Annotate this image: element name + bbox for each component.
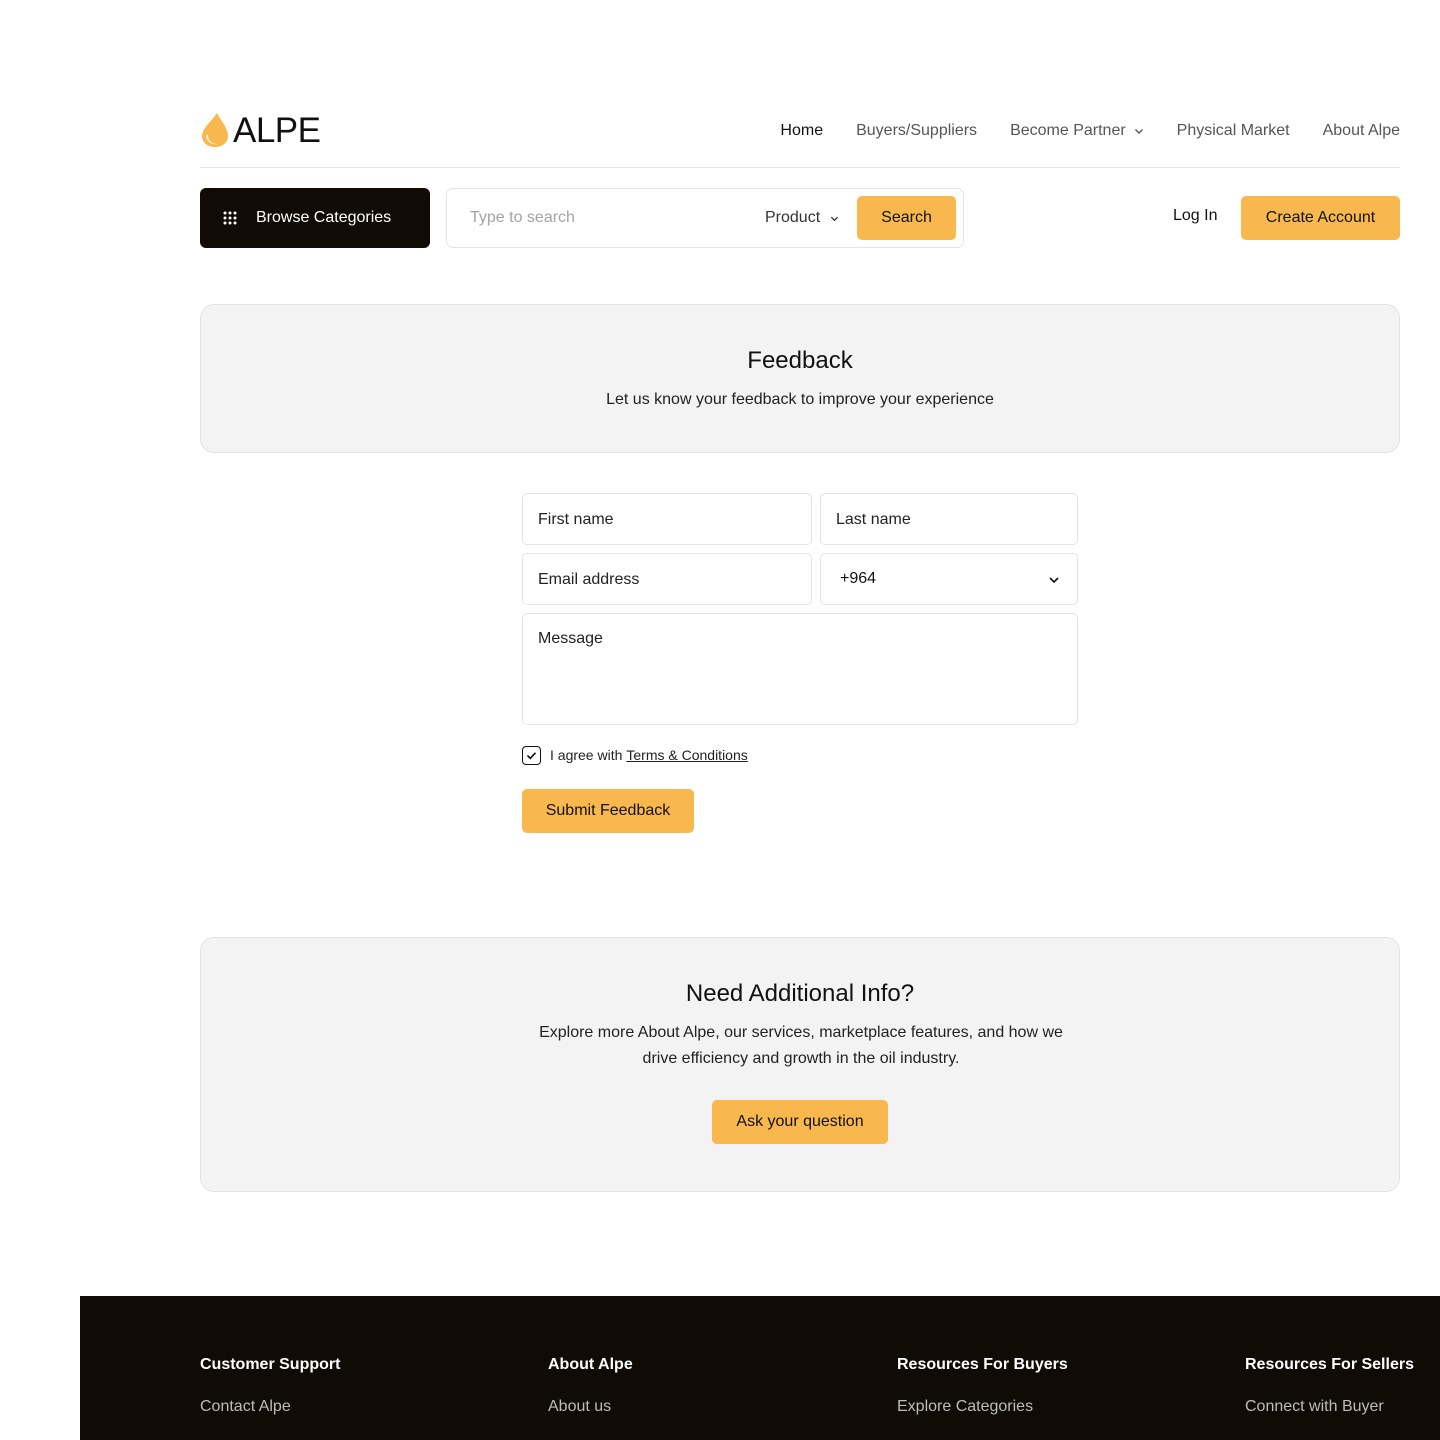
nav-item-label: Home xyxy=(780,122,824,139)
message-input[interactable] xyxy=(538,630,1062,710)
phone-code-value: +964 xyxy=(840,570,877,587)
create-account-label: Create Account xyxy=(1265,209,1376,226)
nav-item-buyers-suppliers[interactable]: Buyers/Suppliers xyxy=(856,122,977,140)
email-field xyxy=(522,553,812,605)
ask-question-button[interactable]: Ask your question xyxy=(712,1100,888,1144)
last-name-input[interactable] xyxy=(836,510,1062,530)
terms-link[interactable]: Terms & Conditions xyxy=(626,747,747,763)
chevron-down-icon xyxy=(831,216,839,221)
email-input[interactable] xyxy=(538,570,796,590)
nav-item-become-partner[interactable]: Become Partner xyxy=(1010,122,1144,140)
submit-feedback-button[interactable]: Submit Feedback xyxy=(522,789,694,833)
search-type-value: Product xyxy=(765,209,821,226)
alpe-logo[interactable]: ALPE xyxy=(200,110,321,150)
message-field xyxy=(522,613,1078,725)
nav-item-label: Become Partner xyxy=(1010,122,1126,139)
first-name-input[interactable] xyxy=(538,510,796,530)
feedback-hero: Feedback Let us know your feedback to im… xyxy=(200,304,1400,453)
terms-agreement: I agree with Terms & Conditions xyxy=(522,745,748,765)
footer-link[interactable]: Explore Categories xyxy=(897,1398,1068,1416)
info-body: Explore more About Alpe, our services, m… xyxy=(539,1024,1063,1067)
search-type-select[interactable]: Product xyxy=(765,207,839,229)
logo-wordmark: ALPE xyxy=(233,110,321,150)
nav-item-label: Buyers/Suppliers xyxy=(856,122,978,139)
footer: Customer Support Contact Alpe About Alpe… xyxy=(80,1296,1440,1440)
check-icon xyxy=(526,751,537,759)
footer-column-customer-support: Customer Support Contact Alpe xyxy=(200,1356,340,1416)
nav-item-home[interactable]: Home xyxy=(780,122,823,140)
footer-link[interactable]: About us xyxy=(548,1398,633,1416)
info-title: Need Additional Info? xyxy=(685,980,915,1007)
first-name-field xyxy=(522,493,812,545)
main-nav: Home Buyers/Suppliers Become Partner Phy… xyxy=(747,119,1400,143)
additional-info-box: Need Additional Info? Explore more About… xyxy=(200,937,1400,1192)
nav-item-physical-market[interactable]: Physical Market xyxy=(1177,122,1290,140)
browse-categories-button[interactable]: Browse Categories xyxy=(200,188,430,248)
phone-code-select[interactable]: +964 xyxy=(820,553,1078,605)
header-divider xyxy=(200,167,1400,168)
last-name-field xyxy=(820,493,1078,545)
footer-column-resources-sellers: Resources For Sellers Connect with Buyer xyxy=(1245,1356,1414,1416)
submit-feedback-label: Submit Feedback xyxy=(545,802,671,819)
footer-column-title: Resources For Buyers xyxy=(897,1356,1068,1373)
grid-icon xyxy=(223,211,237,225)
footer-link[interactable]: Contact Alpe xyxy=(200,1398,340,1416)
login-link[interactable]: Log In xyxy=(1173,207,1217,225)
chevron-down-icon xyxy=(1049,577,1059,584)
search-button[interactable]: Search xyxy=(857,196,956,240)
nav-item-about-alpe[interactable]: About Alpe xyxy=(1323,122,1400,140)
footer-column-about-alpe: About Alpe About us xyxy=(548,1356,633,1416)
agree-text: I agree with xyxy=(550,747,623,763)
browse-categories-label: Browse Categories xyxy=(256,209,392,226)
create-account-button[interactable]: Create Account xyxy=(1241,196,1400,240)
nav-item-label: Physical Market xyxy=(1176,122,1290,139)
search-bar: Product Search xyxy=(446,188,964,248)
nav-item-label: About Alpe xyxy=(1322,122,1400,139)
ask-question-label: Ask your question xyxy=(736,1113,864,1130)
search-input[interactable] xyxy=(470,207,730,229)
footer-link[interactable]: Connect with Buyer xyxy=(1245,1398,1414,1416)
oil-drop-icon xyxy=(202,113,228,147)
chevron-down-icon xyxy=(1134,129,1143,134)
page-title: Feedback xyxy=(747,347,853,374)
footer-column-resources-buyers: Resources For Buyers Explore Categories xyxy=(897,1356,1068,1416)
agree-checkbox[interactable] xyxy=(522,745,541,765)
page-subtitle: Let us know your feedback to improve you… xyxy=(606,391,994,408)
footer-column-title: Customer Support xyxy=(200,1356,341,1373)
footer-column-title: Resources For Sellers xyxy=(1245,1356,1414,1373)
footer-column-title: About Alpe xyxy=(548,1356,633,1373)
